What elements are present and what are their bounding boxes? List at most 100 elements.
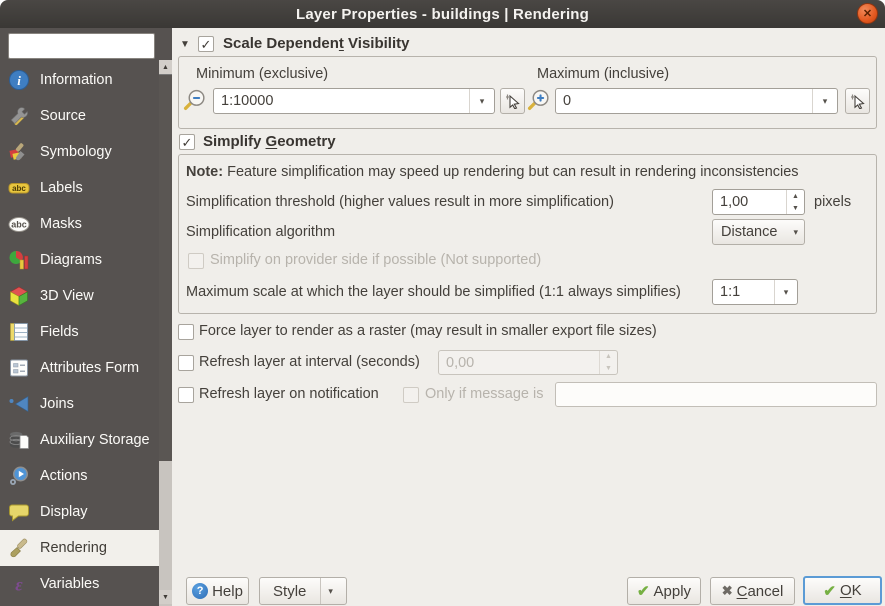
threshold-label: Simplification threshold (higher values … [186,194,614,210]
sidebar-item-label: Labels [40,180,83,196]
force-raster-checkbox[interactable] [178,324,194,340]
sidebar-item-label: Attributes Form [40,360,140,376]
sidebar-item-labels[interactable]: abc Labels [0,170,159,206]
maximum-label: Maximum (inclusive) [537,66,670,82]
action-gear-icon [10,466,28,485]
layer-properties-window: Layer Properties - buildings | Rendering… [0,0,885,606]
threshold-spinbox[interactable]: 1,00 ▲ ▼ [712,189,805,215]
chevron-down-icon[interactable]: ▾ [469,89,494,113]
maximum-scale-value: 0 [563,93,572,109]
map-cursor-icon [505,94,520,109]
sidebar-item-label: Fields [40,324,79,340]
paintbrush-icon [9,143,25,161]
spin-down-icon[interactable]: ▼ [787,202,804,214]
apply-check-icon: ✔ [636,583,650,600]
algorithm-dropdown[interactable]: Distance ▾ [712,219,805,245]
sidebar-item-joins[interactable]: Joins [0,386,159,422]
sidebar-item-label: Joins [40,396,74,412]
abc-label-icon: abc [8,183,30,194]
maximum-scale-combobox[interactable]: 0 ▾ [555,88,838,114]
sidebar-item-auxiliary-storage[interactable]: Auxiliary Storage [0,422,159,458]
sidebar-scrollbar[interactable]: ▲ ▼ [159,60,172,606]
simplify-geometry-checkbox[interactable]: ✓ [179,134,195,150]
provider-simplify-checkbox [188,253,204,269]
refresh-notification-label: Refresh layer on notification [199,386,379,402]
svg-text:ε: ε [15,575,23,595]
sidebar-item-rendering[interactable]: Rendering [0,530,159,566]
cancel-button[interactable]: ✖ Cancel [710,577,795,605]
style-label: Style [273,582,307,600]
scroll-up-icon[interactable]: ▲ [159,60,172,74]
sidebar-nav: i Information Source Symbology abc Label… [0,62,159,602]
sidebar-item-actions[interactable]: Actions [0,458,159,494]
titlebar[interactable]: Layer Properties - buildings | Rendering… [0,0,885,28]
sidebar-item-attributes-form[interactable]: Attributes Form [0,350,159,386]
sidebar-item-information[interactable]: i Information [0,62,159,98]
pie-chart-icon [9,250,29,270]
svg-text:abc: abc [11,220,27,230]
form-icon [10,359,28,377]
sidebar-item-fields[interactable]: Fields [0,314,159,350]
scale-visibility-title: Scale Dependent Visibility [223,35,410,52]
collapse-arrow-icon[interactable]: ▼ [180,39,190,50]
sidebar-item-source[interactable]: Source [0,98,159,134]
sidebar: i Information Source Symbology abc Label… [0,28,172,606]
minimum-scale-combobox[interactable]: 1:10000 ▾ [213,88,495,114]
sidebar-item-diagrams[interactable]: Diagrams [0,242,159,278]
check-icon: ✓ [200,36,212,52]
refresh-interval-label: Refresh layer at interval (seconds) [199,354,420,370]
chevron-down-icon: ▾ [793,226,798,237]
set-min-from-canvas-button[interactable] [500,88,525,114]
algorithm-label: Simplification algorithm [186,224,336,240]
wrench-icon [10,107,28,126]
sidebar-item-label: Variables [40,576,100,592]
scrollbar-thumb[interactable] [159,74,172,461]
spin-up-icon: ▲ [605,353,612,361]
close-icon[interactable]: ✕ [857,3,878,24]
refresh-interval-checkbox[interactable] [178,355,194,371]
paintbrush-render-icon [10,538,28,558]
only-if-message-label: Only if message is [425,386,544,402]
sidebar-item-variables[interactable]: ε Variables [0,566,159,602]
threshold-value: 1,00 [720,194,749,210]
sidebar-item-label: Masks [40,216,82,232]
style-button[interactable]: Style ▾ [259,577,347,605]
sidebar-item-masks[interactable]: abc Masks [0,206,159,242]
help-button[interactable]: ? Help [186,577,249,605]
check-icon: ✓ [181,134,193,150]
spin-down-icon: ▼ [605,364,612,372]
force-raster-label: Force layer to render as a raster (may r… [199,323,657,339]
apply-button[interactable]: ✔ Apply [627,577,701,605]
chevron-down-icon[interactable]: ▾ [812,89,837,113]
help-label: Help [212,582,243,600]
sidebar-item-label: Actions [40,468,88,484]
spin-up-icon[interactable]: ▲ [787,190,804,202]
algorithm-value: Distance [721,224,778,240]
search-input[interactable] [8,33,155,59]
chevron-down-icon[interactable]: ▾ [774,280,797,304]
join-arrow-icon [9,395,29,413]
sidebar-item-display[interactable]: Display [0,494,159,530]
sidebar-item-label: Diagrams [40,252,103,268]
only-if-message-checkbox [403,387,419,403]
provider-simplify-label: Simplify on provider side if possible (N… [210,252,542,268]
ok-check-icon: ✔ [823,582,836,600]
abc-mask-icon: abc [8,217,30,232]
refresh-interval-value: 0,00 [446,354,475,371]
sidebar-item-symbology[interactable]: Symbology [0,134,159,170]
scroll-down-icon[interactable]: ▼ [159,590,172,604]
epsilon-icon: ε [15,575,23,595]
scale-visibility-checkbox[interactable]: ✓ [198,36,214,52]
window-title: Layer Properties - buildings | Rendering [295,5,590,23]
sidebar-item-label: Source [40,108,86,124]
ok-button[interactable]: ✔ OK [803,576,882,605]
apply-label: Apply [653,582,692,600]
set-max-from-canvas-button[interactable] [845,88,870,114]
sidebar-item-label: 3D View [40,288,94,304]
database-icon [9,431,29,449]
chevron-down-icon: ▾ [320,578,333,604]
max-simplify-scale-combobox[interactable]: 1:1 ▾ [712,279,798,305]
sidebar-item-3d-view[interactable]: 3D View [0,278,159,314]
zoom-out-icon [183,89,205,110]
refresh-notification-checkbox[interactable] [178,387,194,403]
